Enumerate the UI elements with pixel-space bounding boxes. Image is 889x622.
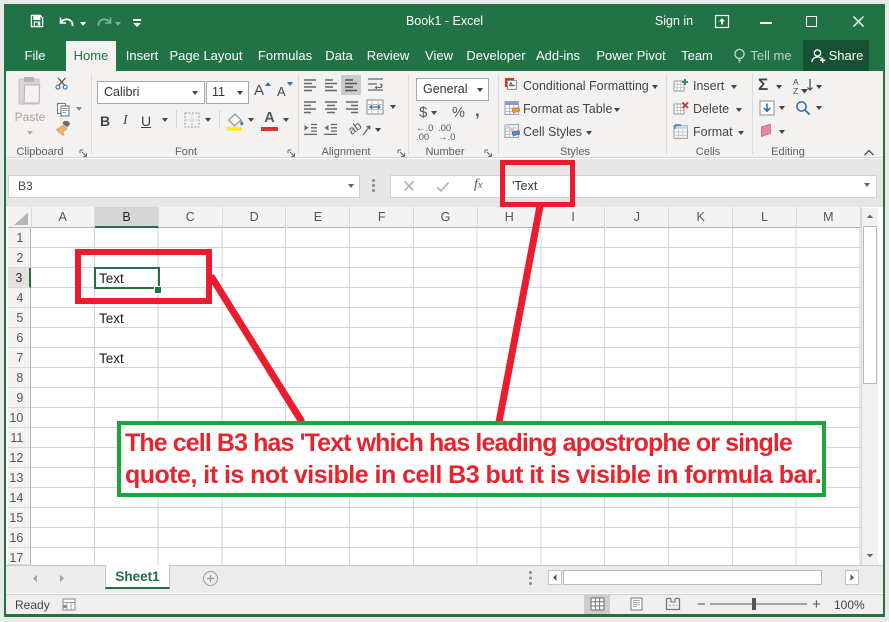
svg-text:Z: Z	[793, 86, 798, 95]
